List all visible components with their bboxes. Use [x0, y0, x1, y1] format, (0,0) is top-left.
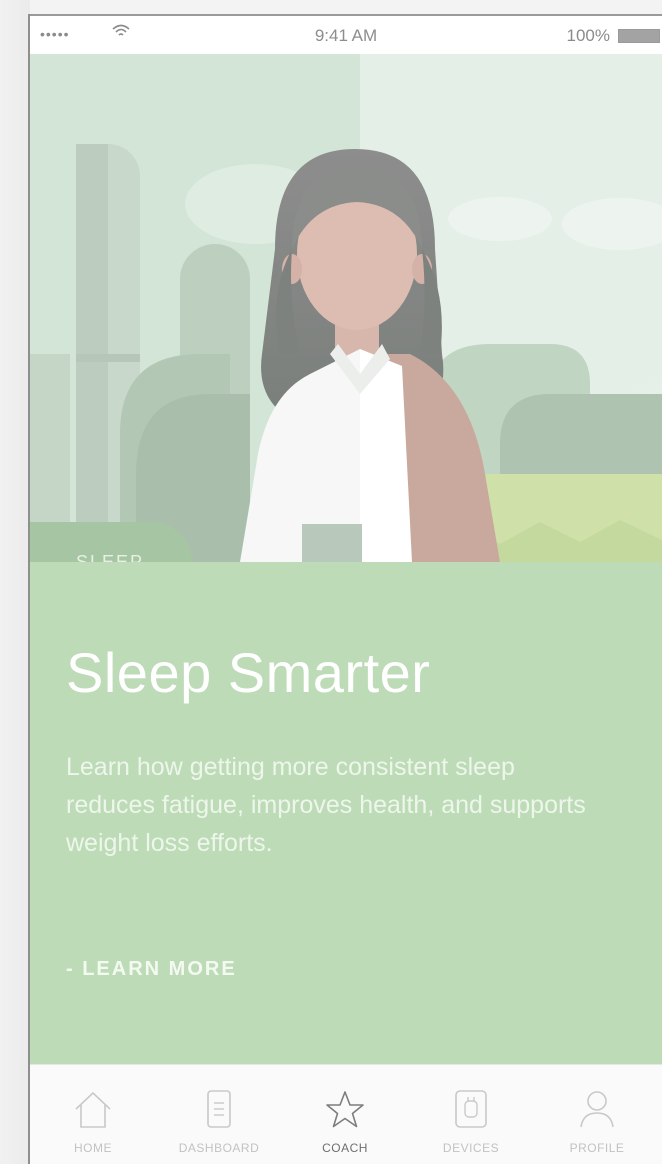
tab-label: COACH: [322, 1141, 368, 1155]
card-description: Learn how getting more consistent sleep …: [66, 753, 586, 857]
article-card[interactable]: Sleep Smarter Learn how getting more con…: [30, 562, 662, 1080]
profile-icon: [577, 1087, 617, 1131]
woman-portrait-illustration: [30, 54, 662, 562]
dashboard-icon: [199, 1087, 239, 1131]
tab-dashboard[interactable]: DASHBOARD: [156, 1065, 282, 1164]
learn-more-link[interactable]: - LEARN MORE: [66, 958, 237, 981]
tab-devices[interactable]: DEVICES: [408, 1065, 534, 1164]
watch-icon: [451, 1087, 491, 1131]
hero-illustration: [30, 54, 662, 562]
home-icon: [73, 1087, 113, 1131]
tab-label: HOME: [74, 1141, 112, 1155]
card-title: Sleep Smarter: [66, 641, 431, 704]
background-frame: [0, 0, 30, 1164]
tab-coach[interactable]: COACH: [282, 1065, 408, 1164]
status-bar: ••••• 9:41 AM 100%: [30, 16, 662, 54]
tab-profile[interactable]: PROFILE: [534, 1065, 660, 1164]
tab-label: PROFILE: [569, 1141, 625, 1155]
tab-label: DASHBOARD: [178, 1141, 260, 1155]
phone-screen: ••••• 9:41 AM 100% Sleep Smarter Learn h…: [30, 14, 662, 1164]
battery-percentage: 100%: [566, 26, 610, 45]
app-screen: ••••• 9:41 AM 100% Sleep Smarter Learn h…: [0, 0, 662, 1164]
tab-bar: HOME DASHBOARD COACH DEVICES PROFILE: [30, 1064, 662, 1164]
battery-icon: [618, 29, 660, 43]
tab-label: DEVICES: [442, 1141, 500, 1155]
star-icon: [325, 1087, 365, 1131]
tab-home[interactable]: HOME: [30, 1065, 156, 1164]
